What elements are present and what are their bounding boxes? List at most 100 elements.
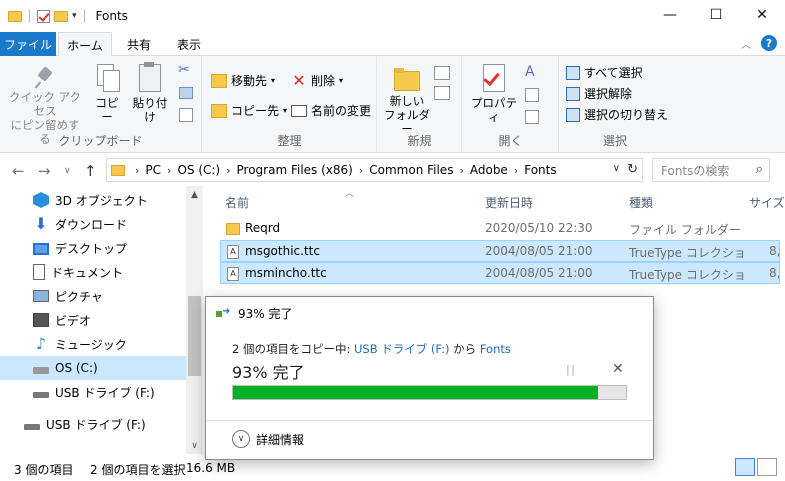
sidebar-item-desktop[interactable]: デスクトップ (0, 236, 186, 260)
new-folder-icon[interactable] (54, 10, 68, 22)
progress-bar-fill (233, 386, 599, 399)
breadcrumb-separator-icon[interactable]: › (226, 164, 230, 177)
file-type: TrueType コレクショ (629, 246, 746, 260)
column-header-size[interactable]: サイズ (749, 194, 785, 211)
copy-source-link[interactable]: USB ドライブ (F:) (354, 342, 450, 356)
file-name: msgothic.ttc (245, 244, 320, 258)
properties-label: プロパティ (471, 96, 517, 124)
file-size: 8, (769, 266, 781, 280)
sidebar-item-label: ビデオ (55, 313, 92, 328)
copy-percent-text: 93% 完了 (232, 363, 305, 382)
select-all-button[interactable]: すべて選択 (566, 64, 643, 81)
recent-chevron-down-icon[interactable]: ∨ (64, 166, 71, 176)
forward-arrow-icon[interactable]: → (38, 162, 51, 180)
delete-button[interactable]: ✕ 削除 ▾ (291, 72, 343, 89)
copy-button[interactable]: コピー (90, 64, 124, 124)
tab-home[interactable]: ホーム (58, 32, 112, 57)
breadcrumb-pc[interactable]: PC (145, 163, 161, 177)
back-arrow-icon[interactable]: ← (12, 162, 25, 180)
sidebar-item-downloads[interactable]: ⬇ ダウンロード (0, 212, 186, 236)
address-chevron-down-icon[interactable]: ∨ (613, 163, 620, 174)
sidebar-item-usb-drive-root[interactable]: USB ドライブ (F:) (0, 412, 186, 436)
scroll-up-chevron-icon[interactable]: ▲ (186, 186, 203, 203)
new-folder-button[interactable]: 新しい フォルダー (384, 66, 430, 136)
large-icons-view-icon[interactable] (757, 458, 777, 476)
dialog-title: 93% 完了 (238, 307, 293, 321)
easy-access-icon[interactable] (434, 86, 450, 100)
breadcrumb-separator-icon[interactable]: › (359, 164, 363, 177)
copy-to-label: コピー先 (231, 104, 280, 118)
table-row[interactable]: A msgothic.ttc 2004/08/05 21:00 TrueType… (220, 240, 780, 262)
breadcrumb-separator-icon[interactable]: › (167, 164, 171, 177)
scroll-down-chevron-icon[interactable]: ∨ (186, 437, 203, 454)
ribbon: クイック アクセス にピン留めする コピー 貼り付け ✂ クリップボード 移動先… (0, 56, 785, 153)
nav-scrollbar[interactable]: ▲ ∨ (186, 186, 203, 454)
column-header-type[interactable]: 種類 (629, 194, 653, 211)
rename-icon (291, 104, 307, 117)
tab-file[interactable]: ファイル (0, 32, 56, 56)
cancel-icon[interactable]: ✕ (612, 361, 624, 377)
help-icon[interactable]: ? (761, 35, 777, 51)
move-to-button[interactable]: 移動先 ▾ (211, 72, 275, 89)
title-bar: ▾ Fonts — ☐ ✕ (0, 0, 785, 32)
maximize-button[interactable]: ☐ (693, 0, 739, 30)
table-row[interactable]: A msmincho.ttc 2004/08/05 21:00 TrueType… (220, 262, 780, 284)
refresh-icon[interactable]: ↻ (627, 162, 638, 177)
more-details-button[interactable]: ∨ 詳細情報 (232, 430, 304, 448)
chevron-down-icon: ▾ (283, 106, 288, 115)
pause-icon[interactable]: | | (566, 363, 575, 376)
tab-share[interactable]: 共有 (116, 32, 162, 56)
pictures-icon (33, 290, 49, 302)
scrollbar-thumb[interactable] (188, 296, 201, 376)
history-icon[interactable] (525, 110, 539, 124)
copy-path-icon[interactable] (179, 87, 193, 99)
tab-view[interactable]: 表示 (166, 32, 212, 56)
close-button[interactable]: ✕ (739, 0, 785, 30)
customize-qat-chevron-icon[interactable]: ▾ (72, 11, 77, 21)
divider (83, 9, 85, 23)
column-header-name[interactable]: 名前 (225, 194, 249, 211)
sidebar-item-3d-objects[interactable]: 3D オブジェクト (0, 188, 186, 212)
usb-drive-icon (24, 424, 40, 430)
breadcrumb-os-c[interactable]: OS (C:) (177, 163, 220, 177)
properties-check-icon[interactable] (37, 9, 50, 23)
copy-to-button[interactable]: コピー先 ▾ (211, 102, 287, 119)
breadcrumb-common-files[interactable]: Common Files (369, 163, 453, 177)
breadcrumb-separator-icon[interactable]: › (514, 164, 518, 177)
rename-button[interactable]: 名前の変更 (291, 102, 371, 119)
paste-shortcut-icon[interactable] (179, 108, 193, 122)
breadcrumb-separator-icon[interactable]: › (459, 164, 463, 177)
sidebar-item-os-c[interactable]: OS (C:) (0, 356, 186, 380)
column-header-date[interactable]: 更新日時 (485, 194, 533, 211)
sidebar-item-usb-drive[interactable]: USB ドライブ (F:) (0, 380, 186, 404)
breadcrumb-fonts[interactable]: Fonts (524, 163, 556, 177)
sidebar-item-pictures[interactable]: ピクチャ (0, 284, 186, 308)
copy-message-prefix: 2 個の項目をコピー中: (232, 342, 355, 356)
sidebar-item-label: USB ドライブ (F:) (55, 385, 155, 400)
address-bar[interactable]: › PC › OS (C:) › Program Files (x86) › C… (106, 158, 643, 182)
collapse-ribbon-chevron-icon[interactable]: ︿ (741, 36, 751, 51)
properties-button[interactable]: プロパティ (469, 64, 519, 124)
open-icon[interactable]: A (525, 64, 541, 80)
group-clipboard: クイック アクセス にピン留めする コピー 貼り付け ✂ クリップボード (0, 56, 202, 153)
breadcrumb-program-files[interactable]: Program Files (x86) (237, 163, 353, 177)
sidebar-item-documents[interactable]: ドキュメント (0, 260, 186, 284)
table-row[interactable]: Reqrd 2020/05/10 22:30 ファイル フォルダー (220, 218, 780, 240)
sidebar-item-videos[interactable]: ビデオ (0, 308, 186, 332)
select-none-button[interactable]: 選択解除 (566, 85, 632, 102)
minimize-button[interactable]: — (647, 0, 693, 30)
new-item-icon[interactable] (434, 66, 450, 80)
breadcrumb-adobe[interactable]: Adobe (470, 163, 508, 177)
sidebar-item-music[interactable]: ♪ ミュージック (0, 332, 186, 356)
copy-destination-link[interactable]: Fonts (480, 342, 511, 356)
search-icon[interactable]: ⌕ (756, 162, 763, 177)
invert-selection-button[interactable]: 選択の切り替え (566, 106, 668, 123)
search-input[interactable]: Fontsの検索 ⌕ (652, 158, 770, 182)
group-label-open: 開く (498, 134, 523, 148)
edit-icon[interactable] (525, 88, 539, 102)
up-arrow-icon[interactable]: ↑ (84, 162, 97, 180)
details-view-icon[interactable] (735, 458, 755, 476)
breadcrumb-separator-icon[interactable]: › (135, 164, 139, 177)
paste-button[interactable]: 貼り付け (128, 62, 172, 124)
cut-icon[interactable]: ✂ (178, 62, 194, 78)
